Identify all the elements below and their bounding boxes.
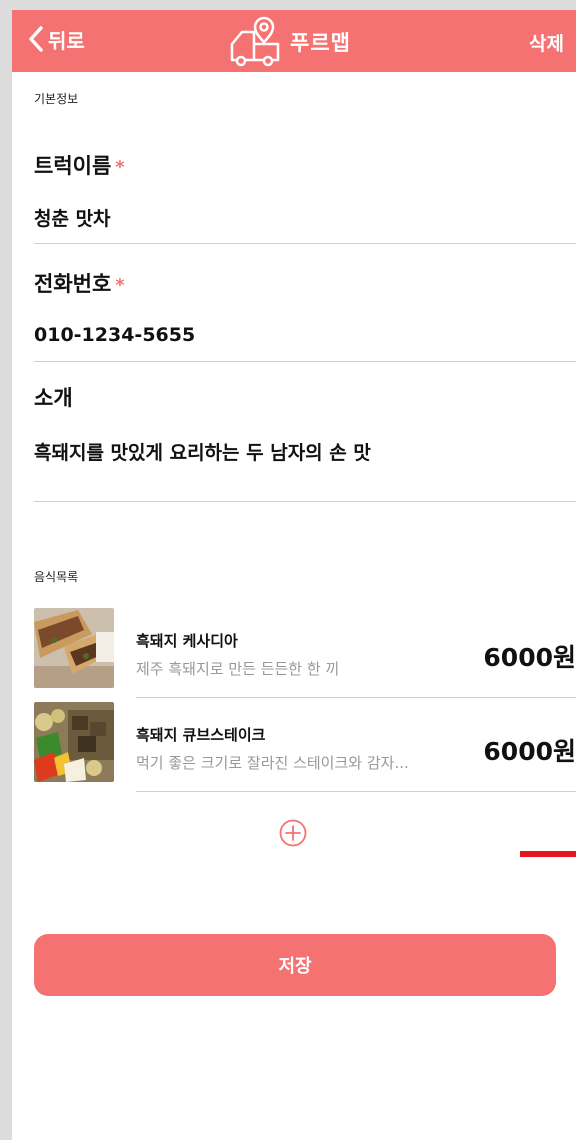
quesadilla-image [34,608,114,688]
field-divider [34,361,576,362]
truck-name-label-text: 트럭이름 [34,154,112,178]
food-list-item[interactable]: 흑돼지 케사디아 제주 흑돼지로 만든 든든한 한 끼 6000원 [34,608,576,698]
truck-name-label: 트럭이름 * [34,150,125,180]
red-marker-bar [520,851,576,857]
intro-input[interactable] [34,440,554,462]
phone-label-text: 전화번호 [34,272,112,296]
window-frame-top [0,0,576,10]
app-brand: 푸르맵 [228,16,351,68]
required-mark: * [115,275,125,296]
plus-circle-icon[interactable] [278,818,308,848]
food-list-section-label: 음식목록 [34,570,79,584]
save-button[interactable]: 저장 [34,934,556,996]
food-description: 먹기 좋은 크기로 잘라진 스테이크와 감자... [136,754,409,772]
cube-steak-image [34,702,114,782]
food-price: 6000원 [483,643,576,672]
app-screen: 뒤로 푸르맵 삭제 기본정보 트럭이름* 전화번호* 소개 음식목록 [12,10,576,1140]
field-divider [34,501,576,502]
phone-label: 전화번호 * [34,268,125,298]
delete-button[interactable]: 삭제 [529,29,564,56]
app-title: 푸르맵 [290,31,351,55]
food-name: 흑돼지 케사디아 [136,632,238,650]
phone-input[interactable] [34,324,554,346]
intro-label: 소개 [34,386,73,410]
truck-name-input[interactable] [34,206,554,228]
window-frame-left [0,0,12,1140]
food-description: 제주 흑돼지로 만든 든든한 한 끼 [136,660,340,678]
row-divider [136,791,576,792]
food-name: 흑돼지 큐브스테이크 [136,726,266,744]
food-list-item[interactable]: 흑돼지 큐브스테이크 먹기 좋은 크기로 잘라진 스테이크와 감자... 600… [34,702,576,792]
basic-info-section-label: 기본정보 [34,92,79,106]
food-thumbnail [34,702,114,782]
food-price: 6000원 [483,737,576,766]
chevron-left-icon [29,26,43,52]
app-header: 뒤로 푸르맵 삭제 [12,10,576,72]
back-button[interactable]: 뒤로 [26,24,85,54]
food-truck-map-pin-icon [230,16,280,67]
field-divider [34,243,576,244]
row-divider [136,697,576,698]
back-label: 뒤로 [48,28,85,53]
food-thumbnail [34,608,114,688]
required-mark: * [115,157,125,178]
